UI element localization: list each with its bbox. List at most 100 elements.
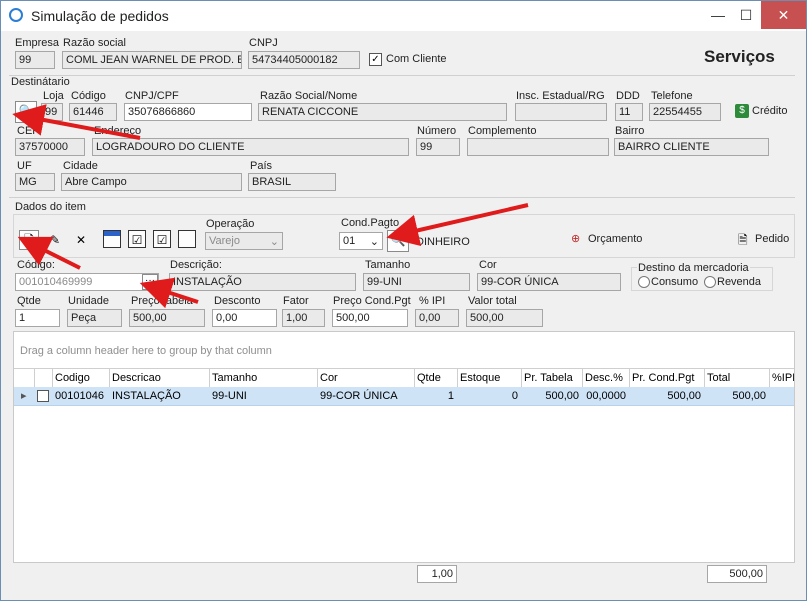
codigo-cliente-field[interactable]: 61446 <box>69 103 117 121</box>
uncheck-button[interactable] <box>178 230 196 248</box>
unidade-field[interactable]: Peça <box>67 309 122 327</box>
column-header[interactable]: Total <box>704 369 769 387</box>
cep-label: CEP <box>17 125 40 137</box>
ipi-field[interactable]: 0,00 <box>415 309 459 327</box>
empresa-label: Empresa <box>15 37 60 49</box>
cell-pr-tabela: 500,00 <box>545 390 579 402</box>
cell-ipi <box>769 387 794 405</box>
fator-field[interactable]: 1,00 <box>282 309 325 327</box>
operacao-label: Operação <box>206 218 255 230</box>
qtde-label: Qtde <box>17 295 41 307</box>
row-indicator-header <box>14 369 34 387</box>
cnpjcpf-field[interactable]: 35076866860 <box>124 103 252 121</box>
cell-pr-cond: 500,00 <box>667 390 701 402</box>
loja-field[interactable]: 99 <box>41 103 63 121</box>
chevron-down-icon: ⌄ <box>369 236 379 248</box>
edit-item-button[interactable]: ✎ <box>45 230 65 250</box>
cell-total: 500,00 <box>732 390 766 402</box>
pedido-button[interactable]: Pedido <box>755 233 789 245</box>
insc-estadual-field[interactable] <box>515 103 607 121</box>
magnifier-icon: 🔍 <box>390 233 406 247</box>
close-button[interactable]: ✕ <box>761 1 806 29</box>
preco-cond-label: Preço Cond.Pgt <box>333 295 411 307</box>
select-all-button[interactable] <box>103 230 121 248</box>
preco-tabela-field[interactable]: 500,00 <box>129 309 205 327</box>
column-header[interactable]: %IPI <box>769 369 794 387</box>
column-header[interactable]: Pr. Tabela <box>521 369 582 387</box>
divider <box>9 197 795 198</box>
cor-field[interactable]: 99-COR ÚNICA <box>477 273 621 291</box>
codigo-item-field[interactable]: 001010469999 <box>15 273 159 291</box>
cep-field[interactable]: 37570000 <box>15 138 85 156</box>
page-heading: Serviços <box>704 47 775 66</box>
consumo-radio[interactable] <box>638 276 650 288</box>
codigo-item-label: Código: <box>17 259 55 271</box>
pais-label: País <box>250 160 273 172</box>
uf-field[interactable]: MG <box>15 173 55 191</box>
tamanho-field[interactable]: 99-UNI <box>363 273 470 291</box>
maximize-button[interactable]: ☐ <box>734 1 758 29</box>
valor-total-field[interactable]: 500,00 <box>466 309 543 327</box>
checklist-icon: ☑ <box>131 233 143 247</box>
desconto-field[interactable]: 0,00 <box>212 309 277 327</box>
edit-icon: ✎ <box>49 233 61 247</box>
valor-total-label: Valor total <box>468 295 517 307</box>
search-client-button[interactable]: 🔍 <box>15 101 37 123</box>
cidade-field[interactable]: Abre Campo <box>61 173 242 191</box>
empresa-field[interactable]: 99 <box>15 51 55 69</box>
footer-valor-total: 500,00 <box>707 565 767 583</box>
numero-field[interactable]: 99 <box>416 138 460 156</box>
browse-item-button[interactable]: ··· <box>142 274 158 290</box>
row-marker-icon: ▸ <box>21 390 27 402</box>
telefone-field[interactable]: 22554455 <box>649 103 721 121</box>
cor-label: Cor <box>479 259 497 271</box>
delete-item-button[interactable]: ✕ <box>71 230 91 250</box>
razao-nome-field[interactable]: RENATA CICCONE <box>258 103 507 121</box>
column-header[interactable]: Qtde <box>414 369 457 387</box>
descricao-label: Descrição: <box>170 259 222 271</box>
table-row[interactable]: ▸ 00101046 INSTALAÇÃO 99-UNI 99-COR ÚNIC… <box>14 387 794 406</box>
column-header[interactable]: Cor <box>317 369 414 387</box>
bairro-field[interactable]: BAIRRO CLIENTE <box>614 138 769 156</box>
preco-cond-field[interactable]: 500,00 <box>332 309 408 327</box>
check-button[interactable]: ☑ <box>128 230 146 248</box>
condpagto-description: DINHEIRO <box>416 236 470 248</box>
unidade-label: Unidade <box>68 295 109 307</box>
condpagto-select[interactable]: 01 ⌄ <box>339 232 383 250</box>
codigo-cliente-label: Código <box>71 90 106 102</box>
razao-social-field[interactable]: COML JEAN WARNEL DE PROD. ESP. <box>62 51 242 69</box>
cnpj-label: CNPJ <box>249 37 278 49</box>
items-grid[interactable]: Drag a column header here to group by th… <box>13 331 795 563</box>
ddd-field[interactable]: 11 <box>615 103 643 121</box>
cidade-label: Cidade <box>63 160 98 172</box>
search-condpagto-button[interactable]: 🔍 <box>387 230 409 252</box>
credito-button[interactable]: Crédito <box>752 105 787 117</box>
orcamento-button[interactable]: Orçamento <box>588 233 642 245</box>
razao-nome-label: Razão Social/Nome <box>260 90 358 102</box>
tamanho-label: Tamanho <box>365 259 411 271</box>
column-header[interactable]: Estoque <box>457 369 521 387</box>
complemento-field[interactable] <box>467 138 609 156</box>
row-checkbox[interactable] <box>37 390 49 402</box>
endereco-field[interactable]: LOGRADOURO DO CLIENTE <box>92 138 409 156</box>
column-header[interactable]: Descricao <box>109 369 209 387</box>
revenda-radio[interactable] <box>704 276 716 288</box>
complemento-label: Complemento <box>468 125 537 137</box>
qtde-field[interactable]: 1 <box>15 309 60 327</box>
column-header[interactable]: Codigo <box>52 369 109 387</box>
descricao-field[interactable]: INSTALAÇÃO <box>169 273 356 291</box>
column-header[interactable]: Pr. Cond.Pgt <box>629 369 704 387</box>
com-cliente-checkbox[interactable]: ✓ <box>369 53 382 66</box>
cell-tamanho: 99-UNI <box>212 390 247 402</box>
new-item-button[interactable]: 🗋 <box>19 230 39 250</box>
destino-label: Destino da mercadoria <box>637 262 750 274</box>
column-header[interactable]: Desc.% <box>582 369 629 387</box>
cnpj-field[interactable]: 54734405000182 <box>248 51 360 69</box>
minimize-button[interactable]: — <box>706 1 730 29</box>
operacao-select[interactable]: Varejo ⌄ <box>205 232 283 250</box>
column-header[interactable]: Tamanho <box>209 369 317 387</box>
condpagto-value: 01 <box>343 235 356 247</box>
check-all-button[interactable]: ☑ <box>153 230 171 248</box>
pais-field[interactable]: BRASIL <box>248 173 336 191</box>
footer-qtde-total: 1,00 <box>417 565 457 583</box>
